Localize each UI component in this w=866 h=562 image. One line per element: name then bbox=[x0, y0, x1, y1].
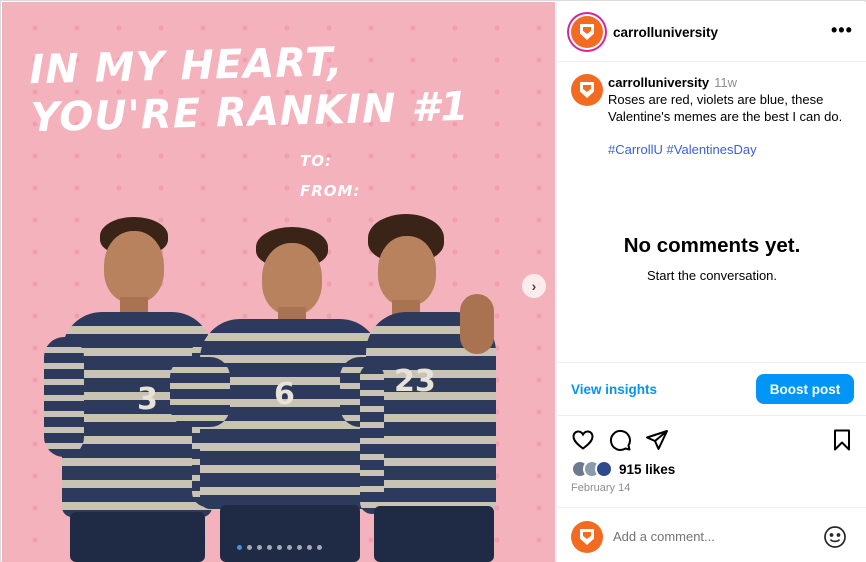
insights-bar: View insights Boost post bbox=[557, 362, 866, 416]
no-comments-title: No comments yet. bbox=[623, 234, 801, 257]
jersey-number: 3 bbox=[137, 382, 158, 417]
hashtags: #CarrollU #ValentinesDay bbox=[608, 142, 757, 157]
carousel-dot[interactable] bbox=[317, 545, 322, 550]
carousel-next-button[interactable]: › bbox=[522, 274, 546, 298]
post-date: February 14 bbox=[571, 482, 631, 494]
carousel-dot[interactable] bbox=[247, 545, 252, 550]
post-header: carrolluniversity ••• bbox=[557, 2, 866, 62]
shield-logo-icon bbox=[580, 24, 594, 40]
to-label: To: bbox=[300, 152, 332, 170]
carousel-dot[interactable] bbox=[307, 545, 312, 550]
image-headline: In my heart, you're Rankin #1 bbox=[28, 39, 470, 142]
save-bookmark-icon[interactable] bbox=[830, 428, 856, 454]
chevron-right-icon: › bbox=[531, 278, 537, 294]
caption-text: Roses are red, violets are blue, these V… bbox=[608, 92, 843, 124]
jersey-number: 6 bbox=[274, 377, 295, 412]
likes-row: 915 likes bbox=[571, 460, 675, 478]
carousel-dot[interactable] bbox=[287, 545, 292, 550]
post-image[interactable]: In my heart, you're Rankin #1 To: From: … bbox=[2, 2, 555, 562]
carousel-dot[interactable] bbox=[267, 545, 272, 550]
view-insights-link[interactable]: View insights bbox=[571, 382, 657, 397]
header-username[interactable]: carrolluniversity bbox=[613, 25, 718, 40]
carousel-dot[interactable] bbox=[297, 545, 302, 550]
boost-post-button[interactable]: Boost post bbox=[756, 374, 854, 404]
shield-logo-icon bbox=[580, 529, 594, 545]
liker-avatar[interactable] bbox=[595, 460, 613, 478]
from-label: From: bbox=[300, 182, 361, 200]
comment-bar bbox=[557, 507, 866, 562]
post-caption: carrolluniversity 11w Roses are red, viol… bbox=[608, 74, 863, 125]
post-sidebar: carrolluniversity ••• carrolluniversity 1… bbox=[556, 2, 866, 562]
caption-avatar[interactable] bbox=[571, 74, 603, 106]
carousel-dot[interactable] bbox=[237, 545, 242, 550]
likes-count[interactable]: 915 likes bbox=[619, 462, 675, 477]
avatar[interactable] bbox=[571, 16, 603, 48]
comment-bubble-icon[interactable] bbox=[608, 428, 634, 454]
caption-username[interactable]: carrolluniversity bbox=[608, 75, 709, 90]
instagram-post-modal: In my heart, you're Rankin #1 To: From: … bbox=[0, 0, 866, 562]
shield-logo-icon bbox=[580, 82, 594, 98]
share-paper-plane-icon[interactable] bbox=[645, 428, 671, 454]
carousel-dot[interactable] bbox=[277, 545, 282, 550]
jersey-number: 23 bbox=[394, 364, 436, 399]
caption-time: 11w bbox=[714, 75, 738, 90]
commenter-avatar bbox=[571, 521, 603, 553]
hashtag-link[interactable]: #ValentinesDay bbox=[667, 142, 757, 157]
no-comments-subtitle: Start the conversation. bbox=[646, 268, 778, 283]
comment-input[interactable] bbox=[613, 525, 813, 547]
hashtag-link[interactable]: #CarrollU bbox=[608, 142, 663, 157]
carousel-dots bbox=[237, 545, 322, 550]
like-heart-icon[interactable] bbox=[571, 428, 597, 454]
emoji-smiley-icon[interactable] bbox=[823, 525, 847, 549]
player-right: 23 bbox=[360, 214, 520, 562]
carousel-dot[interactable] bbox=[257, 545, 262, 550]
action-bar bbox=[557, 426, 866, 456]
more-options-icon[interactable]: ••• bbox=[831, 20, 853, 41]
